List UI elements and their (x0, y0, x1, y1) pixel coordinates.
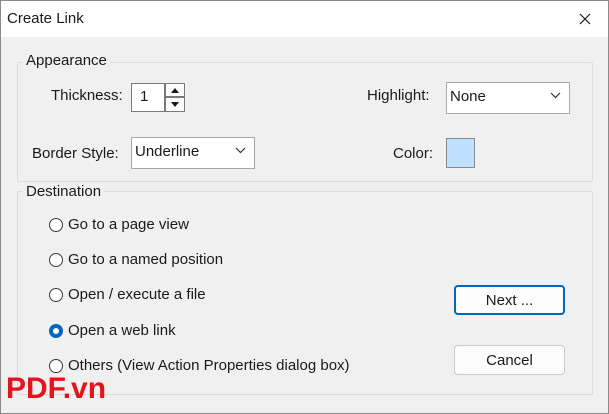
next-button[interactable]: Next ... (454, 285, 565, 315)
dialog-title: Create Link (7, 10, 84, 27)
create-link-dialog: Create Link Appearance Thickness: 1 High… (0, 0, 609, 414)
radio-button[interactable] (49, 359, 63, 373)
radio-label[interactable]: Go to a named position (68, 251, 223, 268)
thickness-label: Thickness: (51, 87, 123, 104)
highlight-selected-value: None (450, 88, 486, 105)
radio-label[interactable]: Open a web link (68, 322, 176, 339)
radio-button[interactable] (49, 253, 63, 267)
watermark-brand: PDF (6, 372, 63, 405)
thickness-increment-button[interactable] (165, 83, 185, 97)
radio-button[interactable] (49, 288, 63, 302)
radio-label[interactable]: Open / execute a file (68, 286, 206, 303)
appearance-legend: Appearance (23, 52, 110, 69)
highlight-label: Highlight: (367, 87, 430, 104)
radio-label[interactable]: Others (View Action Properties dialog bo… (68, 357, 350, 374)
watermark-logo: PDF.vn (6, 372, 106, 406)
border-style-label: Border Style: (32, 145, 119, 162)
border-style-select[interactable]: Underline (131, 137, 255, 169)
appearance-group (17, 62, 593, 182)
dialog-body: Appearance Thickness: 1 Highlight: None … (1, 37, 608, 413)
chevron-down-icon (235, 147, 246, 154)
color-label: Color: (393, 145, 434, 162)
highlight-select[interactable]: None (446, 82, 570, 114)
thickness-input[interactable]: 1 (131, 83, 165, 112)
radio-button-selected[interactable] (49, 324, 63, 338)
radio-label[interactable]: Go to a page view (68, 216, 189, 233)
color-picker-button[interactable] (446, 138, 475, 168)
title-bar: Create Link (1, 1, 608, 37)
radio-button[interactable] (49, 218, 63, 232)
triangle-up-icon (171, 87, 179, 93)
thickness-decrement-button[interactable] (165, 97, 185, 112)
destination-legend: Destination (23, 183, 105, 200)
border-style-selected-value: Underline (135, 143, 200, 160)
close-icon (579, 13, 591, 25)
triangle-down-icon (171, 102, 179, 107)
close-button[interactable] (562, 1, 608, 37)
watermark-suffix: .vn (62, 372, 107, 405)
chevron-down-icon (550, 92, 561, 99)
cancel-button[interactable]: Cancel (454, 345, 565, 375)
